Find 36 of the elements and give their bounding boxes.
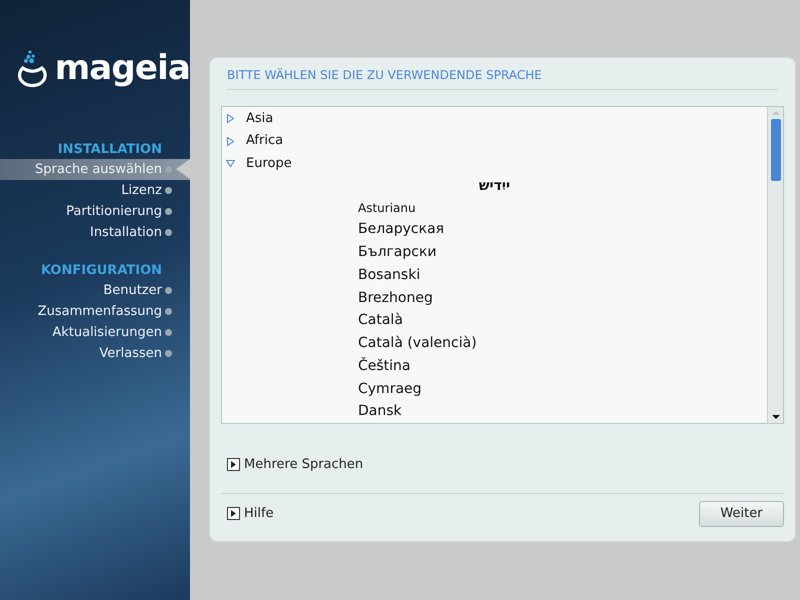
tree-row[interactable]: Europe: [222, 152, 767, 176]
section-heading: INSTALLATION: [56, 141, 163, 159]
logo-text: mageia: [54, 51, 190, 85]
language-item[interactable]: Cymraeg: [222, 378, 767, 400]
language-item[interactable]: Català: [222, 309, 767, 332]
step-item: Benutzer: [0, 280, 190, 301]
triangle-right-icon: [227, 507, 240, 520]
expander[interactable]: Hilfe: [227, 504, 274, 524]
step-item: Installation: [0, 222, 190, 243]
scroll-thumb[interactable]: [770, 119, 780, 181]
step-item: Partitionierung: [0, 201, 190, 222]
step-item: Aktualisierungen: [0, 322, 190, 343]
expander-right-icon: [226, 114, 235, 123]
step-item: Sprache auswählen: [0, 159, 190, 180]
tree-row[interactable]: Asia: [222, 107, 767, 130]
next-button[interactable]: Weiter: [699, 500, 784, 526]
language-item[interactable]: Bosanski: [222, 264, 767, 287]
expander-down-icon: [226, 159, 235, 168]
language-item[interactable]: ייִדיש: [222, 175, 767, 198]
step-item: Lizenz: [0, 180, 190, 201]
expander[interactable]: Mehrere Sprachen: [227, 455, 784, 474]
language-item[interactable]: Asturianu: [222, 198, 767, 219]
expander-right-icon: [226, 136, 235, 146]
scrollbar[interactable]: [767, 107, 783, 423]
triangle-right-icon: [227, 458, 240, 472]
language-item[interactable]: Čeština: [222, 354, 767, 378]
language-item[interactable]: Brezhoneg: [222, 286, 767, 310]
language-item[interactable]: Dansk: [222, 400, 767, 423]
language-item[interactable]: Беларуская: [222, 218, 767, 242]
section-heading: KONFIGURATION: [40, 262, 163, 280]
step-item: Verlassen: [0, 343, 190, 364]
tree-row[interactable]: Africa: [222, 130, 767, 152]
language-item[interactable]: Català (valencià): [222, 332, 767, 355]
step-item: Zusammenfassung: [0, 301, 190, 322]
dialog-title: BITTE WÄHLEN SIE DIE ZU VERWENDENDE SPRACHE: [226, 67, 543, 83]
language-item[interactable]: Български: [222, 241, 767, 264]
